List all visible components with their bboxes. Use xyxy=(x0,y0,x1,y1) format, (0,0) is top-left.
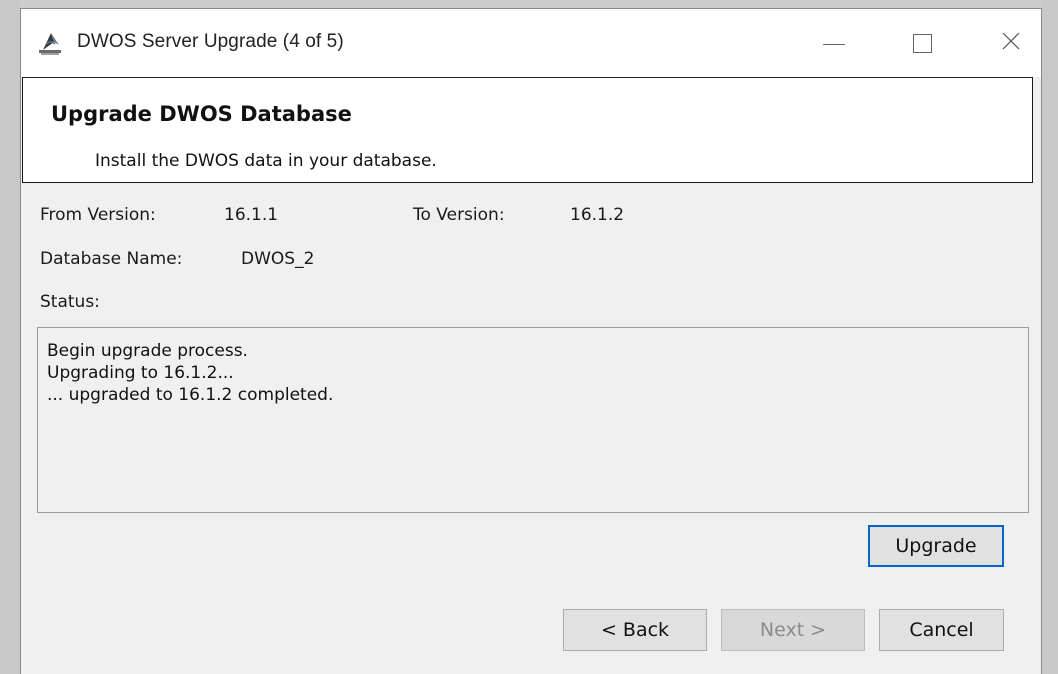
page-subtitle: Install the DWOS data in your database. xyxy=(95,151,437,171)
maximize-button[interactable] xyxy=(892,19,952,67)
wizard-header-panel: Upgrade DWOS Database Install the DWOS d… xyxy=(22,77,1033,183)
close-icon xyxy=(1001,31,1021,55)
upgrade-button[interactable]: Upgrade xyxy=(868,525,1004,567)
back-button[interactable]: < Back xyxy=(563,609,707,651)
page-title: Upgrade DWOS Database xyxy=(51,102,352,126)
to-version-value: 16.1.2 xyxy=(570,205,625,225)
minimize-button[interactable] xyxy=(804,19,864,67)
cancel-button[interactable]: Cancel xyxy=(879,609,1004,651)
status-log-line: Begin upgrade process. xyxy=(47,341,248,361)
next-button[interactable]: Next > xyxy=(721,609,865,651)
maximize-icon xyxy=(912,33,932,53)
status-label: Status: xyxy=(40,292,100,312)
minimize-icon xyxy=(823,43,845,45)
database-name-value: DWOS_2 xyxy=(241,249,315,269)
status-log-line: Upgrading to 16.1.2... xyxy=(47,363,234,383)
close-button[interactable] xyxy=(981,19,1041,67)
status-log-line: ... upgraded to 16.1.2 completed. xyxy=(47,385,334,405)
to-version-label: To Version: xyxy=(413,205,505,225)
window-title: DWOS Server Upgrade (4 of 5) xyxy=(77,31,344,52)
dwos-app-icon xyxy=(37,30,63,56)
desktop-background-left xyxy=(0,0,20,674)
database-name-label: Database Name: xyxy=(40,249,183,269)
title-bar[interactable]: DWOS Server Upgrade (4 of 5) xyxy=(21,9,1041,77)
desktop-background-right xyxy=(1042,0,1058,674)
from-version-value: 16.1.1 xyxy=(224,205,279,225)
from-version-label: From Version: xyxy=(40,205,156,225)
status-log-textbox[interactable]: Begin upgrade process. Upgrading to 16.1… xyxy=(37,327,1029,513)
upgrade-wizard-window: DWOS Server Upgrade (4 of 5) Upgrade DWO… xyxy=(20,8,1042,674)
